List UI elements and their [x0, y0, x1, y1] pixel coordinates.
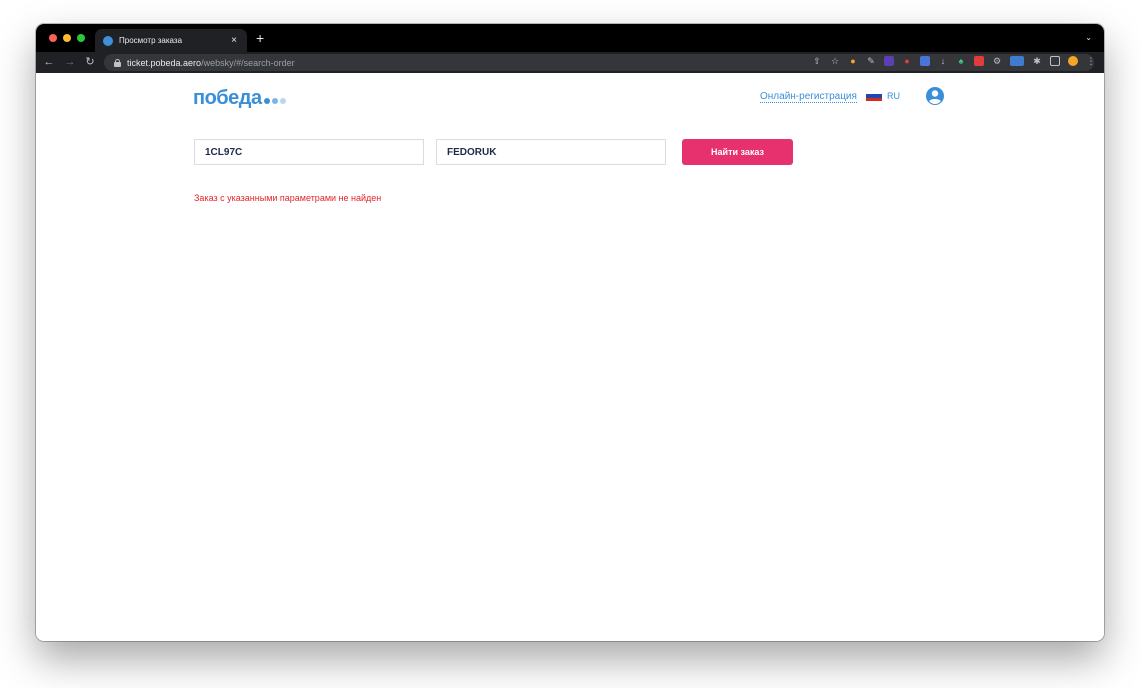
tab-title: Просмотр заказа: [119, 36, 183, 45]
window-controls: [49, 34, 85, 42]
booking-code-input[interactable]: [194, 139, 424, 165]
browser-toolbar: ← → ↻ ticket.pobeda.aero /websky/#/searc…: [36, 52, 1104, 73]
logo-dot: [271, 97, 278, 104]
browser-window: Просмотр заказа × + ⌄ ← → ↻ ticket.pobed…: [36, 24, 1104, 641]
find-order-button[interactable]: Найти заказ: [682, 139, 793, 165]
logo[interactable]: победа: [193, 87, 286, 110]
minimize-window-button[interactable]: [63, 34, 71, 42]
url-path: /websky/#/search-order: [201, 57, 295, 68]
last-name-input[interactable]: [436, 139, 666, 165]
url-host: ticket.pobeda.aero: [127, 57, 202, 68]
favicon-icon: [103, 35, 113, 46]
zoom-window-button[interactable]: [77, 34, 85, 42]
user-account-icon[interactable]: [925, 86, 945, 106]
logo-dot: [263, 97, 270, 104]
download-extension-icon[interactable]: ↓: [938, 56, 948, 66]
side-panel-icon[interactable]: [1050, 56, 1060, 66]
settings-extension-icon[interactable]: ⚙: [992, 56, 1002, 66]
russia-flag-icon: [866, 91, 882, 101]
puzzle-extensions-icon[interactable]: ✱: [1032, 56, 1042, 66]
new-tab-button[interactable]: +: [256, 31, 264, 45]
logo-dots-icon: [263, 97, 286, 104]
reload-icon[interactable]: ↻: [83, 55, 97, 69]
forward-arrow-icon[interactable]: →: [63, 55, 77, 69]
logo-text: победа: [193, 87, 262, 109]
page-content: победа Онлайн-регистрация RU Найти заказ: [36, 73, 1104, 641]
tree-extension-icon[interactable]: ♠: [956, 56, 966, 66]
back-arrow-icon[interactable]: ←: [42, 55, 56, 69]
language-code: RU: [887, 91, 900, 101]
tab-strip: Просмотр заказа × + ⌄: [36, 24, 1104, 52]
error-message: Заказ с указанными параметрами не найден: [194, 193, 382, 203]
adblock-extension-icon[interactable]: ●: [902, 56, 912, 66]
bookmark-star-icon[interactable]: ☆: [830, 56, 840, 66]
badge-extension-icon[interactable]: [1010, 56, 1024, 66]
eyedropper-extension-icon[interactable]: ✎: [866, 56, 876, 66]
translate-extension-icon[interactable]: [920, 56, 930, 66]
video-extension-icon[interactable]: [974, 56, 984, 66]
tab-search-icon[interactable]: ⌄: [1085, 33, 1092, 42]
language-selector[interactable]: RU: [866, 91, 900, 101]
calendar-extension-icon[interactable]: [884, 56, 894, 66]
color-picker-extension-icon[interactable]: ●: [848, 56, 858, 66]
logo-dot: [279, 97, 286, 104]
close-window-button[interactable]: [49, 34, 57, 42]
browser-menu-icon[interactable]: ⋮: [1086, 56, 1096, 66]
tab-close-icon[interactable]: ×: [229, 35, 239, 46]
profile-extension-icon[interactable]: [1068, 56, 1078, 66]
extensions-row: ⇧ ☆ ● ✎ ● ↓ ♠ ⚙ ✱ ⋮: [812, 56, 1096, 66]
share-icon[interactable]: ⇧: [812, 56, 822, 66]
online-checkin-link[interactable]: Онлайн-регистрация: [760, 91, 857, 103]
tab-active[interactable]: Просмотр заказа ×: [95, 29, 247, 52]
flag-stripe: [866, 97, 882, 101]
lock-icon: [114, 58, 121, 67]
